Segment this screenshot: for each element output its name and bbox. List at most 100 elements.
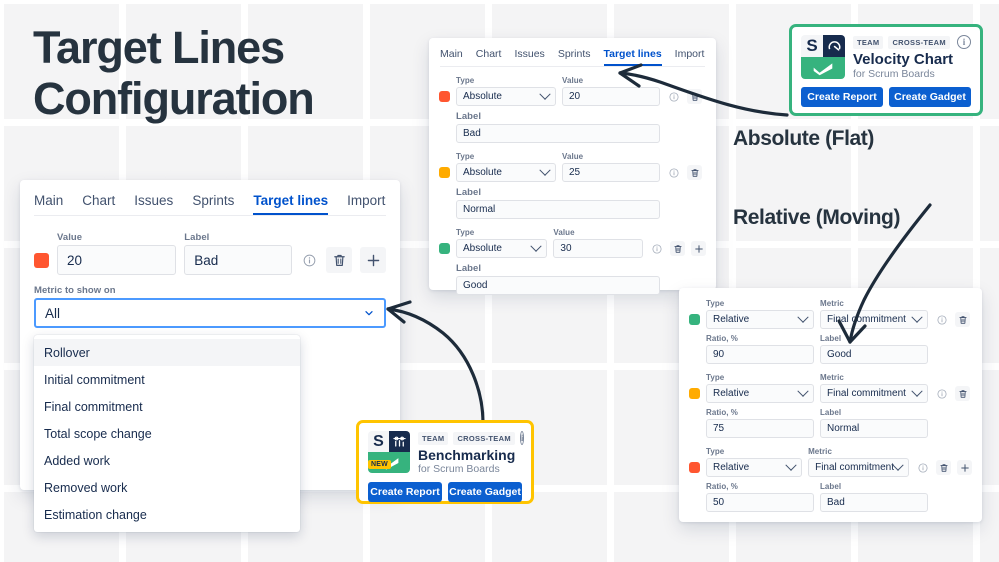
value-input[interactable]: 20 <box>57 245 177 275</box>
type-select[interactable]: Relative <box>706 458 803 477</box>
tag-team: TEAM <box>853 35 884 49</box>
value-input[interactable]: 25 <box>562 163 660 182</box>
delete-row-button[interactable] <box>955 386 970 401</box>
delete-row-button[interactable] <box>687 165 702 180</box>
color-swatch[interactable] <box>34 253 49 268</box>
metric-select[interactable]: Final commitment <box>808 458 909 477</box>
color-swatch[interactable] <box>439 243 450 254</box>
metric-select[interactable]: All <box>34 298 386 328</box>
type-select[interactable]: Absolute <box>456 163 556 182</box>
velocity-glyph-icon <box>823 35 845 57</box>
tag-team: TEAM <box>418 431 449 445</box>
product-title: Benchmarking <box>418 447 516 463</box>
label-input[interactable]: Bad <box>184 245 292 275</box>
delete-row-button[interactable] <box>687 89 702 104</box>
annotation-relative: Relative (Moving) <box>733 206 901 229</box>
tab-target-lines[interactable]: Target lines <box>604 48 662 66</box>
label-input[interactable]: Bad <box>820 493 928 512</box>
metric-group: Metric to show on All Cancel Rollover In… <box>20 285 400 532</box>
add-row-button[interactable] <box>691 241 706 256</box>
dropdown-option-total-scope-change[interactable]: Total scope change <box>34 420 300 447</box>
logo-letter: S <box>801 35 823 57</box>
label-field-label: Label <box>820 482 842 491</box>
info-icon[interactable] <box>300 251 318 269</box>
product-logo: S NEW <box>368 431 410 473</box>
label-field-label: Label <box>456 263 482 274</box>
delete-row-button[interactable] <box>326 247 352 273</box>
ratio-input[interactable]: 75 <box>706 419 814 438</box>
color-swatch[interactable] <box>439 167 450 178</box>
create-report-button[interactable]: Create Report <box>368 482 442 502</box>
create-gadget-button[interactable]: Create Gadget <box>889 87 971 107</box>
label-input[interactable]: Bad <box>456 124 660 143</box>
tab-chart[interactable]: Chart <box>476 48 502 66</box>
delete-row-button[interactable] <box>936 460 951 475</box>
color-swatch[interactable] <box>689 388 700 399</box>
info-icon[interactable]: i <box>957 35 971 49</box>
tab-issues[interactable]: Issues <box>514 48 544 66</box>
value-field-label: Value <box>562 76 584 85</box>
label-input[interactable]: Normal <box>820 419 928 438</box>
metric-select-value: All <box>45 305 61 321</box>
check-icon <box>801 57 845 79</box>
color-swatch[interactable] <box>689 462 700 473</box>
target-line-row: Type Absolute Value 30 Label Good <box>429 228 716 295</box>
label-input[interactable]: Normal <box>456 200 660 219</box>
tab-issues[interactable]: Issues <box>134 193 173 215</box>
info-icon[interactable] <box>915 460 930 475</box>
info-icon[interactable]: i <box>519 431 525 445</box>
tab-import[interactable]: Import <box>675 48 705 66</box>
info-icon[interactable] <box>934 312 949 327</box>
delete-row-button[interactable] <box>955 312 970 327</box>
tab-import[interactable]: Import <box>347 193 385 215</box>
metric-select[interactable]: Final commitment <box>820 384 928 403</box>
label-field-label: Label <box>456 111 482 122</box>
dropdown-option-initial-commitment[interactable]: Initial commitment <box>34 366 300 393</box>
logo-letter: S <box>368 431 389 452</box>
info-icon[interactable] <box>666 165 681 180</box>
dropdown-option-added-work[interactable]: Added work <box>34 447 300 474</box>
chevron-down-icon <box>365 311 373 316</box>
tab-sprints[interactable]: Sprints <box>558 48 591 66</box>
type-select[interactable]: Absolute <box>456 239 548 258</box>
create-report-button[interactable]: Create Report <box>801 87 883 107</box>
target-line-row: Type Absolute Value 20 Label Bad <box>429 76 716 143</box>
dropdown-option-final-commitment[interactable]: Final commitment <box>34 393 300 420</box>
type-select[interactable]: Relative <box>706 310 814 329</box>
create-gadget-button[interactable]: Create Gadget <box>448 482 522 502</box>
type-field-label: Type <box>456 152 475 161</box>
tag-cross-team: CROSS-TEAM <box>888 35 950 49</box>
label-field-label: Label <box>820 408 842 417</box>
type-field-label: Type <box>706 447 725 456</box>
tab-chart[interactable]: Chart <box>82 193 115 215</box>
add-row-button[interactable] <box>957 460 972 475</box>
label-input[interactable]: Good <box>456 276 660 295</box>
value-input[interactable]: 30 <box>553 239 643 258</box>
tab-target-lines[interactable]: Target lines <box>253 193 328 215</box>
label-input[interactable]: Good <box>820 345 928 364</box>
metric-select[interactable]: Final commitment <box>820 310 928 329</box>
type-select[interactable]: Relative <box>706 384 814 403</box>
info-icon[interactable] <box>934 386 949 401</box>
type-field-label: Type <box>456 228 475 237</box>
dropdown-option-removed-work[interactable]: Removed work <box>34 474 300 501</box>
dropdown-option-estimation-change[interactable]: Estimation change <box>34 501 300 528</box>
tab-main[interactable]: Main <box>440 48 463 66</box>
ratio-input[interactable]: 90 <box>706 345 814 364</box>
dropdown-option-rollover[interactable]: Rollover <box>34 339 300 366</box>
value-field-label: Value <box>562 152 584 161</box>
info-icon[interactable] <box>649 241 664 256</box>
add-row-button[interactable] <box>360 247 386 273</box>
delete-row-button[interactable] <box>670 241 685 256</box>
info-icon[interactable] <box>666 89 681 104</box>
tab-main[interactable]: Main <box>34 193 63 215</box>
value-input[interactable]: 20 <box>562 87 660 106</box>
color-swatch[interactable] <box>439 91 450 102</box>
ratio-input[interactable]: 50 <box>706 493 814 512</box>
target-line-row: Value 20 Label Bad <box>20 232 400 275</box>
label-field-label: Label <box>820 334 842 343</box>
type-select[interactable]: Absolute <box>456 87 556 106</box>
tab-sprints[interactable]: Sprints <box>192 193 234 215</box>
color-swatch[interactable] <box>689 314 700 325</box>
tabbar-left: Main Chart Issues Sprints Target lines I… <box>34 193 386 216</box>
